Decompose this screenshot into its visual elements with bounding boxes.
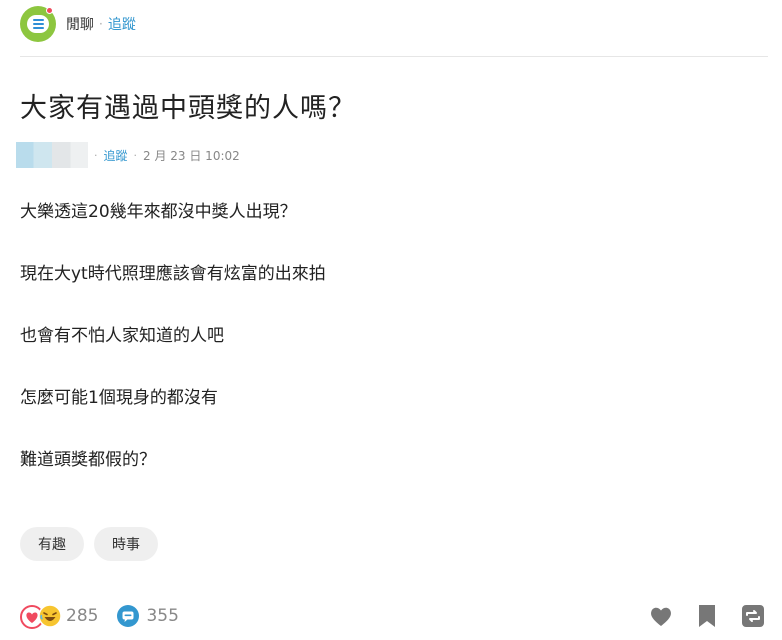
reaction-count: 285: [66, 606, 99, 626]
post-paragraph: 難道頭獎都假的？: [20, 450, 156, 470]
separator-dot: ·: [99, 17, 103, 31]
author-bar: · 追蹤 · 2 月 23 日 10:02: [16, 142, 240, 168]
post-actions: [648, 603, 766, 629]
post-date: 2 月 23 日 10:02: [143, 148, 240, 163]
post-title: 大家有遇過中頭獎的人嗎？: [20, 93, 356, 124]
laugh-reaction-icon: [38, 604, 62, 628]
post-page: 閒聊 · 追蹤 大家有遇過中頭獎的人嗎？ · 追蹤 · 2 月 23 日 10:…: [0, 0, 782, 640]
reaction-icons: [20, 604, 64, 629]
comment-count: 355: [146, 606, 179, 626]
post-paragraph: 也會有不怕人家知道的人吧: [20, 326, 224, 346]
comments-summary[interactable]: 355: [116, 604, 179, 628]
share-icon[interactable]: [740, 603, 766, 629]
separator-dot: ·: [94, 148, 98, 162]
forum-name[interactable]: 閒聊: [66, 14, 94, 34]
chat-bubble-icon[interactable]: [20, 6, 56, 42]
post-paragraph: 大樂透這20幾年來都沒中獎人出現？: [20, 202, 297, 222]
forum-logo-bubble: [27, 15, 49, 33]
header-divider: [20, 56, 768, 57]
reactions-summary[interactable]: 285: [20, 604, 99, 629]
follow-author-link[interactable]: 追蹤: [104, 147, 128, 164]
post-footer: 285 355: [20, 600, 766, 632]
separator-dot: ·: [133, 148, 138, 162]
like-icon[interactable]: [648, 603, 674, 629]
post-paragraph: 現在大yt時代照理應該會有炫富的出來拍: [20, 264, 326, 284]
tag-chip[interactable]: 有趣: [20, 527, 84, 561]
author-name-redacted[interactable]: [16, 142, 88, 168]
follow-forum-link[interactable]: 追蹤: [108, 14, 136, 34]
post-paragraph: 怎麼可能1個現身的都沒有: [20, 388, 218, 408]
notification-dot: [46, 7, 53, 14]
tag-chip[interactable]: 時事: [94, 527, 158, 561]
comment-bubble-icon: [117, 605, 140, 627]
post-body: 大樂透這20幾年來都沒中獎人出現？ 現在大yt時代照理應該會有炫富的出來拍 也會…: [20, 200, 760, 510]
topic-tags: 有趣 時事: [20, 527, 158, 561]
bookmark-icon[interactable]: [694, 603, 720, 629]
forum-header: 閒聊 · 追蹤: [20, 6, 136, 42]
